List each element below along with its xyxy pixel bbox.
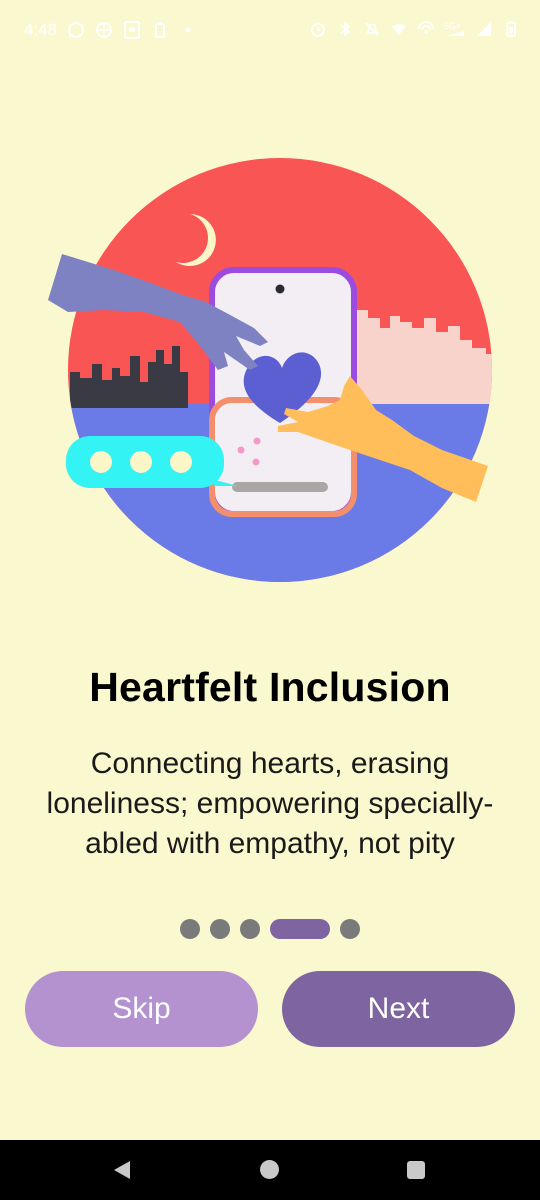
bluetooth-icon bbox=[336, 20, 354, 38]
dot-icon bbox=[179, 21, 197, 39]
alarm-icon bbox=[309, 20, 327, 38]
page-title: Heartfelt Inclusion bbox=[89, 664, 451, 710]
chat-bubble bbox=[66, 436, 238, 488]
status-right: 5G+ bbox=[309, 20, 520, 38]
page-dot-1[interactable] bbox=[180, 919, 200, 939]
hotspot-icon bbox=[417, 20, 435, 38]
page-dot-5[interactable] bbox=[340, 919, 360, 939]
network-label: 5G+ bbox=[444, 21, 461, 31]
vpn-globe-icon bbox=[95, 21, 113, 39]
page-indicator bbox=[0, 919, 540, 939]
page-dot-3[interactable] bbox=[240, 919, 260, 939]
status-time: 4:48 bbox=[24, 20, 58, 39]
back-icon[interactable] bbox=[112, 1159, 132, 1181]
onboarding-illustration bbox=[48, 158, 492, 582]
page-dot-2[interactable] bbox=[210, 919, 230, 939]
battery-saver-icon bbox=[151, 21, 169, 39]
signal-icon bbox=[475, 20, 493, 38]
screenshot-icon bbox=[123, 21, 141, 39]
5g-signal-icon: 5G+ bbox=[444, 20, 466, 38]
status-bar: 4:48 5G+ bbox=[0, 0, 540, 60]
home-icon[interactable] bbox=[260, 1160, 279, 1179]
wifi-off-icon bbox=[390, 20, 408, 38]
skip-button[interactable]: Skip bbox=[25, 971, 258, 1047]
mute-icon bbox=[363, 20, 381, 38]
whatsapp-icon bbox=[67, 21, 85, 39]
status-left: 4:48 bbox=[24, 20, 197, 40]
navigation-bar bbox=[0, 1140, 540, 1200]
battery-icon bbox=[502, 20, 520, 38]
page-subtitle: Connecting hearts, erasing loneliness; e… bbox=[46, 747, 494, 860]
recents-icon[interactable] bbox=[407, 1161, 425, 1179]
page-dot-4-active[interactable] bbox=[270, 919, 330, 939]
next-button[interactable]: Next bbox=[282, 971, 515, 1047]
